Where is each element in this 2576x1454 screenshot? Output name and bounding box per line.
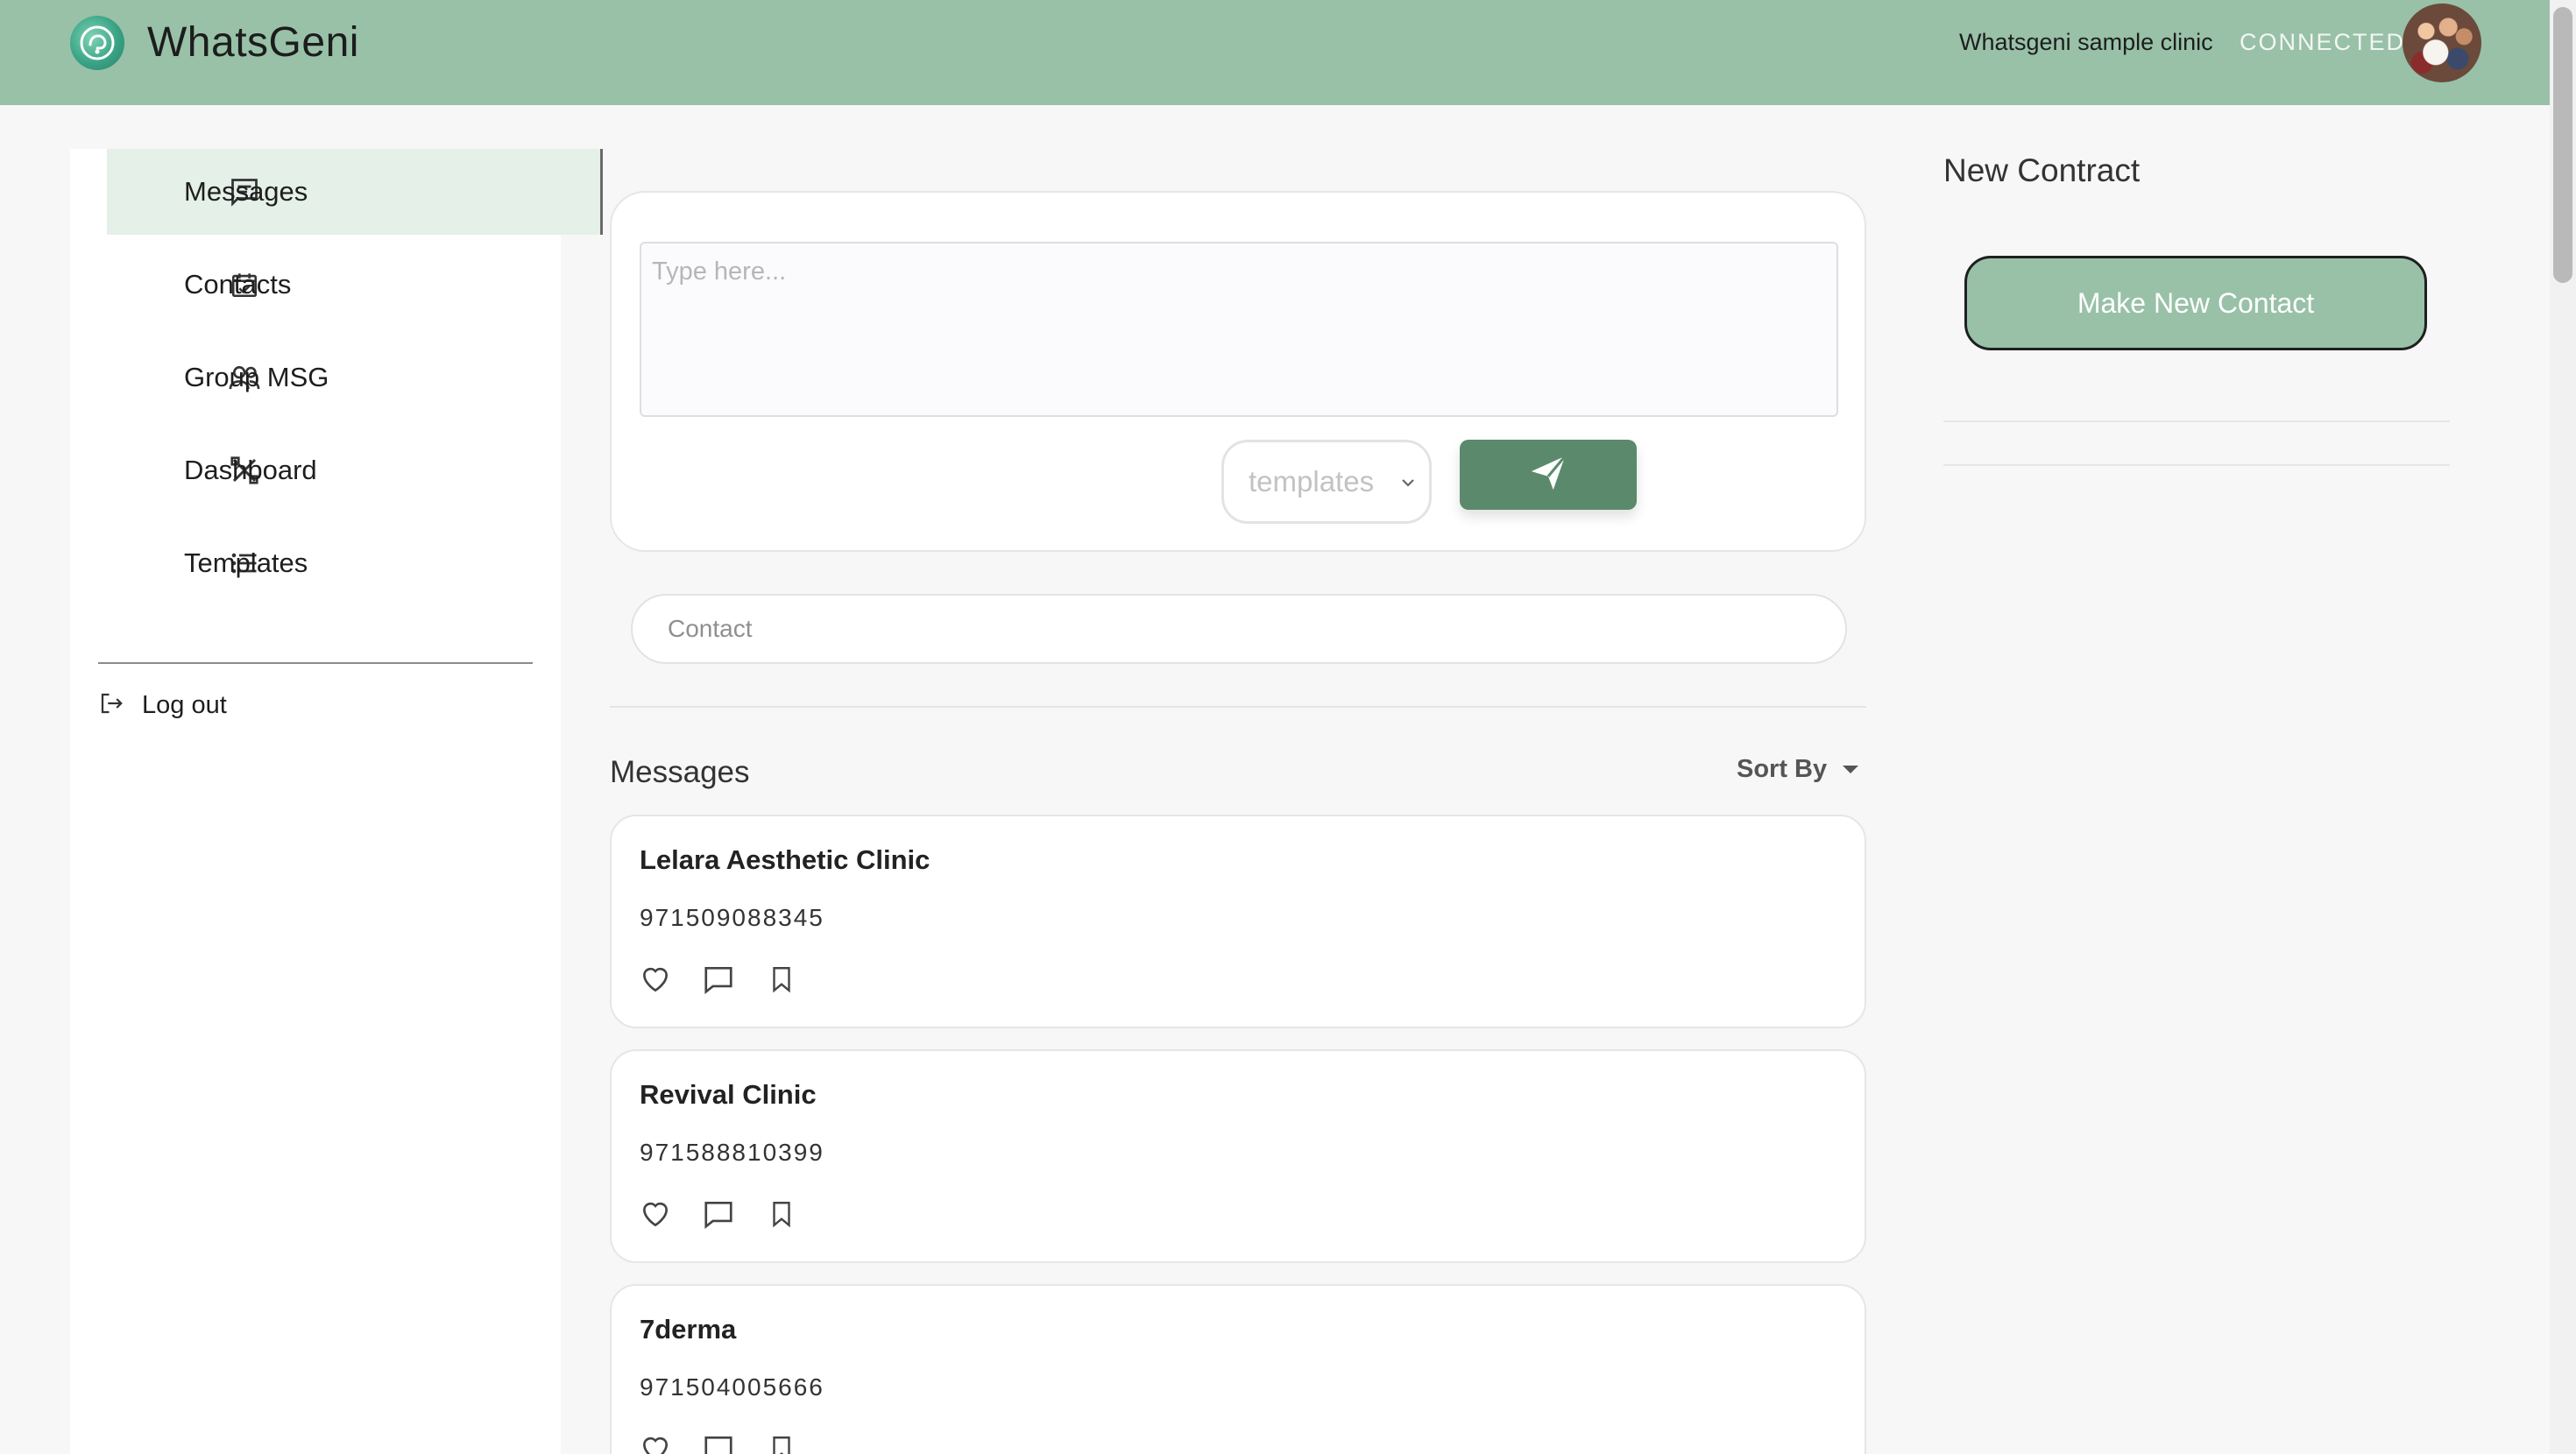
contact-phone: 971588810399: [640, 1139, 824, 1166]
sidebar-item-label: Messages: [184, 176, 308, 207]
logout-button[interactable]: Log out: [98, 683, 227, 727]
caret-down-icon: [1843, 766, 1859, 773]
message-card[interactable]: Revival Clinic 971588810399: [610, 1049, 1866, 1263]
sidebar-divider: [98, 662, 533, 664]
app-title: WhatsGeni: [147, 19, 359, 66]
right-panel-divider: [1943, 420, 2450, 422]
comment-icon[interactable]: [701, 962, 736, 997]
contact-name: 7derma: [640, 1314, 737, 1345]
contact-name: Revival Clinic: [640, 1079, 817, 1110]
sidebar-item-dashboard[interactable]: Dashboard: [107, 427, 603, 513]
right-panel-divider: [1943, 464, 2450, 466]
sidebar-item-templates[interactable]: Templates: [107, 520, 603, 606]
contact-input[interactable]: [631, 594, 1847, 664]
sidebar: Messages Contacts Group MSG Dashboard Te…: [70, 149, 603, 1454]
bookmark-icon[interactable]: [764, 1196, 799, 1232]
contact-name: Lelara Aesthetic Clinic: [640, 844, 931, 875]
send-button[interactable]: [1460, 440, 1637, 510]
page-scrollbar-thumb[interactable]: [2553, 7, 2572, 283]
template-select-value: templates: [1249, 465, 1375, 498]
comment-icon[interactable]: [701, 1196, 736, 1232]
card-actions: [638, 1196, 799, 1232]
logout-icon: [98, 690, 124, 721]
message-composer: templates: [610, 191, 1866, 552]
heart-icon[interactable]: [638, 962, 673, 997]
bookmark-icon[interactable]: [764, 1431, 799, 1454]
new-contract-title: New Contract: [1943, 152, 2141, 188]
user-avatar[interactable]: [2403, 4, 2481, 82]
content-divider: [610, 706, 1866, 708]
make-new-contact-label: Make New Contact: [2077, 286, 2315, 319]
sidebar-item-label: Templates: [184, 547, 308, 578]
logout-label: Log out: [142, 690, 227, 719]
brain-icon: [80, 25, 115, 60]
messages-section-title: Messages: [610, 755, 750, 789]
sidebar-item-label: Group MSG: [184, 362, 329, 392]
app-logo-icon[interactable]: [70, 16, 124, 70]
sidebar-item-messages[interactable]: Messages: [107, 149, 603, 235]
sort-by-dropdown[interactable]: Sort By: [1737, 755, 1859, 784]
clinic-name: Whatsgeni sample clinic: [1959, 29, 2213, 55]
contact-phone: 971504005666: [640, 1373, 824, 1401]
heart-icon[interactable]: [638, 1431, 673, 1454]
message-card[interactable]: Lelara Aesthetic Clinic 971509088345: [610, 815, 1866, 1028]
bookmark-icon[interactable]: [764, 962, 799, 997]
sort-by-label: Sort By: [1737, 755, 1828, 783]
chevron-down-icon: [1399, 474, 1417, 496]
card-actions: [638, 1431, 799, 1454]
sidebar-item-contacts[interactable]: Contacts: [107, 242, 603, 328]
message-card[interactable]: 7derma 971504005666: [610, 1284, 1866, 1454]
template-select[interactable]: templates: [1221, 440, 1432, 524]
connection-status: CONNECTED: [2240, 29, 2406, 55]
heart-icon[interactable]: [638, 1196, 673, 1232]
card-actions: [638, 962, 799, 997]
sidebar-item-group-msg[interactable]: Group MSG: [107, 335, 603, 420]
app-header: WhatsGeni Whatsgeni sample clinic CONNEC…: [0, 0, 2550, 105]
make-new-contact-button[interactable]: Make New Contact: [1964, 256, 2427, 350]
send-icon: [1528, 453, 1568, 498]
contact-phone: 971509088345: [640, 904, 824, 931]
message-textarea[interactable]: [640, 242, 1838, 417]
sidebar-item-label: Dashboard: [184, 455, 317, 485]
comment-icon[interactable]: [701, 1431, 736, 1454]
sidebar-item-label: Contacts: [184, 269, 292, 300]
